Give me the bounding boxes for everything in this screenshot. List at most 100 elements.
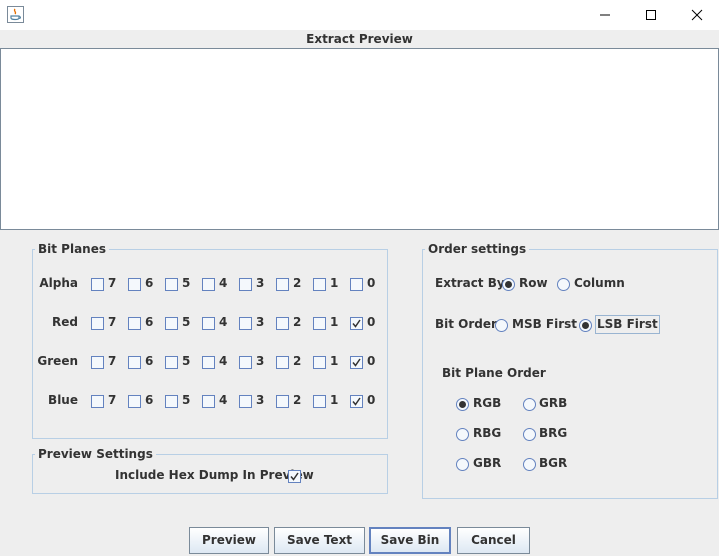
extract-by-row-label[interactable]: Row bbox=[519, 276, 548, 290]
bit-alpha-7-checkbox[interactable] bbox=[91, 278, 104, 291]
bit-number-label: 4 bbox=[219, 315, 228, 329]
minimize-icon[interactable] bbox=[582, 0, 628, 30]
plane-order-rbg-radio[interactable] bbox=[456, 428, 469, 441]
save-bin-button[interactable]: Save Bin bbox=[369, 527, 451, 554]
bit-number-label: 1 bbox=[330, 276, 339, 290]
lsb-first-label[interactable]: LSB First bbox=[595, 315, 660, 334]
bit-number-label: 3 bbox=[256, 276, 265, 290]
bit-green-0-checkbox[interactable] bbox=[350, 356, 363, 369]
bit-red-1-checkbox[interactable] bbox=[313, 317, 326, 330]
bit-number-label: 2 bbox=[293, 354, 302, 368]
bit-number-label: 2 bbox=[293, 315, 302, 329]
bit-number-label: 6 bbox=[145, 354, 154, 368]
bit-number-label: 0 bbox=[367, 354, 376, 368]
bit-number-label: 2 bbox=[293, 393, 302, 407]
msb-first-radio[interactable] bbox=[495, 319, 508, 332]
bit-number-label: 3 bbox=[256, 315, 265, 329]
bit-alpha-3-checkbox[interactable] bbox=[239, 278, 252, 291]
plane-order-grb-label[interactable]: GRB bbox=[539, 396, 567, 410]
bit-blue-7-checkbox[interactable] bbox=[91, 395, 104, 408]
bit-number-label: 7 bbox=[108, 354, 117, 368]
plane-order-bgr-radio[interactable] bbox=[523, 458, 536, 471]
hex-dump-checkbox[interactable] bbox=[288, 470, 301, 483]
java-icon bbox=[7, 6, 24, 23]
bit-number-label: 4 bbox=[219, 276, 228, 290]
bit-number-label: 5 bbox=[182, 354, 191, 368]
bit-number-label: 1 bbox=[330, 354, 339, 368]
bit-number-label: 4 bbox=[219, 393, 228, 407]
bit-number-label: 5 bbox=[182, 393, 191, 407]
bit-number-label: 6 bbox=[145, 315, 154, 329]
plane-order-gbr-radio[interactable] bbox=[456, 458, 469, 471]
bit-red-4-checkbox[interactable] bbox=[202, 317, 215, 330]
extract-by-label: Extract By bbox=[435, 276, 505, 290]
bit-alpha-6-checkbox[interactable] bbox=[128, 278, 141, 291]
plane-order-rgb-radio[interactable] bbox=[456, 398, 469, 411]
bit-blue-1-checkbox[interactable] bbox=[313, 395, 326, 408]
bit-green-5-checkbox[interactable] bbox=[165, 356, 178, 369]
bit-green-6-checkbox[interactable] bbox=[128, 356, 141, 369]
plane-order-bgr-label[interactable]: BGR bbox=[539, 456, 567, 470]
bit-blue-5-checkbox[interactable] bbox=[165, 395, 178, 408]
preview-settings-legend: Preview Settings bbox=[38, 447, 153, 461]
bit-plane-row-label: Red bbox=[52, 315, 78, 329]
bit-number-label: 3 bbox=[256, 393, 265, 407]
extract-by-column-radio[interactable] bbox=[557, 278, 570, 291]
bit-red-7-checkbox[interactable] bbox=[91, 317, 104, 330]
bit-green-2-checkbox[interactable] bbox=[276, 356, 289, 369]
bit-number-label: 1 bbox=[330, 315, 339, 329]
bit-green-7-checkbox[interactable] bbox=[91, 356, 104, 369]
bit-number-label: 0 bbox=[367, 393, 376, 407]
plane-order-brg-label[interactable]: BRG bbox=[539, 426, 567, 440]
bit-alpha-2-checkbox[interactable] bbox=[276, 278, 289, 291]
plane-order-gbr-label[interactable]: GBR bbox=[473, 456, 501, 470]
bit-number-label: 1 bbox=[330, 393, 339, 407]
maximize-icon[interactable] bbox=[628, 0, 674, 30]
lsb-first-radio[interactable] bbox=[579, 319, 592, 332]
bit-plane-row-label: Green bbox=[37, 354, 78, 368]
bit-number-label: 2 bbox=[293, 276, 302, 290]
preview-button[interactable]: Preview bbox=[189, 527, 269, 554]
bit-alpha-1-checkbox[interactable] bbox=[313, 278, 326, 291]
plane-order-brg-radio[interactable] bbox=[523, 428, 536, 441]
bit-red-0-checkbox[interactable] bbox=[350, 317, 363, 330]
bit-number-label: 3 bbox=[256, 354, 265, 368]
bit-blue-6-checkbox[interactable] bbox=[128, 395, 141, 408]
bit-order-label: Bit Order bbox=[435, 317, 497, 331]
bit-number-label: 7 bbox=[108, 276, 117, 290]
bit-alpha-0-checkbox[interactable] bbox=[350, 278, 363, 291]
bit-alpha-5-checkbox[interactable] bbox=[165, 278, 178, 291]
save-text-button[interactable]: Save Text bbox=[274, 527, 365, 554]
bit-planes-legend: Bit Planes bbox=[38, 242, 107, 256]
extract-by-column-label[interactable]: Column bbox=[574, 276, 625, 290]
close-icon[interactable] bbox=[674, 0, 719, 30]
bit-planes-group: Bit Planes bbox=[32, 242, 388, 439]
bit-number-label: 7 bbox=[108, 315, 117, 329]
bit-alpha-4-checkbox[interactable] bbox=[202, 278, 215, 291]
bit-red-3-checkbox[interactable] bbox=[239, 317, 252, 330]
cancel-button[interactable]: Cancel bbox=[457, 527, 530, 554]
bit-blue-2-checkbox[interactable] bbox=[276, 395, 289, 408]
bit-number-label: 0 bbox=[367, 276, 376, 290]
preview-title: Extract Preview bbox=[306, 32, 413, 46]
bit-red-2-checkbox[interactable] bbox=[276, 317, 289, 330]
bit-red-5-checkbox[interactable] bbox=[165, 317, 178, 330]
extract-by-row-radio[interactable] bbox=[502, 278, 515, 291]
title-bar bbox=[0, 0, 719, 30]
msb-first-label[interactable]: MSB First bbox=[512, 317, 577, 331]
bit-green-3-checkbox[interactable] bbox=[239, 356, 252, 369]
plane-order-rgb-label[interactable]: RGB bbox=[473, 396, 501, 410]
bit-green-4-checkbox[interactable] bbox=[202, 356, 215, 369]
bit-number-label: 6 bbox=[145, 393, 154, 407]
preview-text-area[interactable] bbox=[0, 48, 719, 230]
bit-blue-3-checkbox[interactable] bbox=[239, 395, 252, 408]
bit-blue-4-checkbox[interactable] bbox=[202, 395, 215, 408]
bit-green-1-checkbox[interactable] bbox=[313, 356, 326, 369]
bit-blue-0-checkbox[interactable] bbox=[350, 395, 363, 408]
bit-number-label: 7 bbox=[108, 393, 117, 407]
bit-red-6-checkbox[interactable] bbox=[128, 317, 141, 330]
bit-number-label: 5 bbox=[182, 276, 191, 290]
bit-plane-order-label: Bit Plane Order bbox=[442, 366, 546, 380]
plane-order-grb-radio[interactable] bbox=[523, 398, 536, 411]
plane-order-rbg-label[interactable]: RBG bbox=[473, 426, 501, 440]
